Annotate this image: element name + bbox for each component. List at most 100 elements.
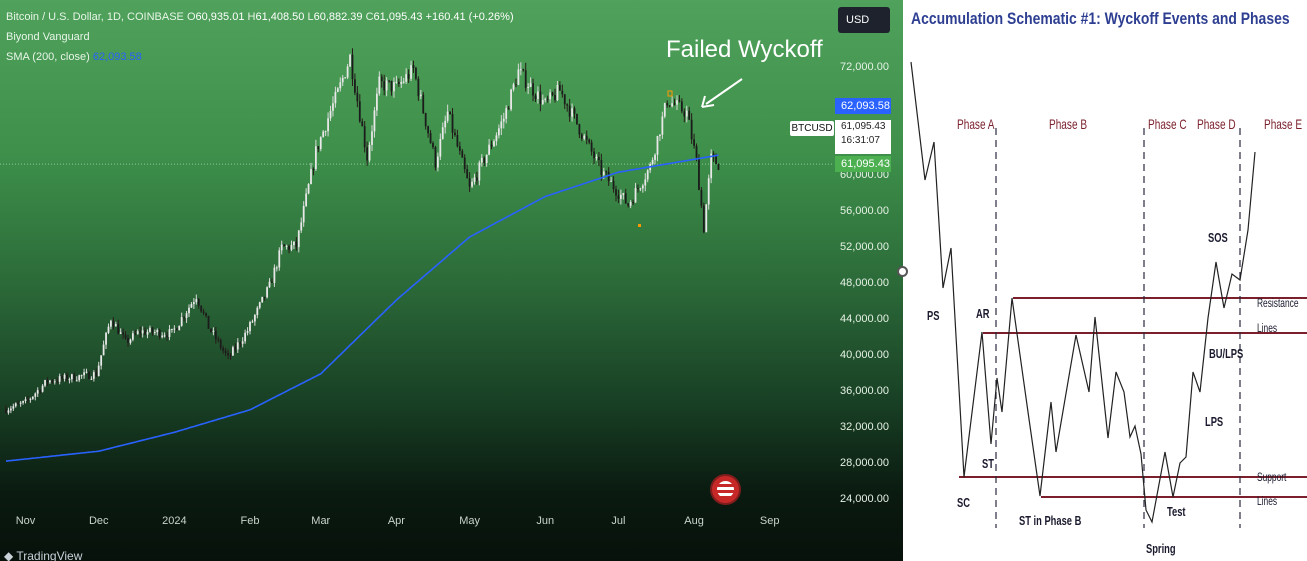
- candle-body: [239, 342, 242, 344]
- candle: [341, 74, 344, 87]
- bar-countdown: 16:31:07: [841, 135, 880, 146]
- candle: [144, 327, 146, 336]
- candle-body: [49, 380, 51, 383]
- candle: [451, 107, 454, 139]
- annotation-arrow-shaft: [705, 78, 743, 105]
- candle: [573, 106, 576, 119]
- candle: [95, 368, 98, 377]
- candle-body: [693, 139, 695, 146]
- candle: [41, 384, 44, 393]
- candle: [153, 329, 156, 336]
- candle-body: [380, 76, 383, 82]
- candle: [19, 401, 22, 407]
- sma-indicator-name[interactable]: SMA (200, close): [6, 51, 90, 63]
- currency-button[interactable]: USD: [838, 7, 890, 33]
- candle-body: [354, 79, 356, 93]
- high-value: 61,408.50: [255, 11, 305, 23]
- candle: [619, 189, 622, 205]
- tradingview-chart-panel[interactable]: 72,000.0068,000.0064,000.0060,000.0056,0…: [0, 0, 903, 561]
- candle: [173, 325, 176, 334]
- panel-splitter-handle[interactable]: [897, 266, 908, 277]
- candle-body: [707, 178, 710, 205]
- price-chart[interactable]: 72,000.0068,000.0064,000.0060,000.0056,0…: [0, 0, 903, 561]
- candle-body: [78, 375, 81, 381]
- candle-body: [217, 339, 220, 341]
- candle: [271, 278, 273, 284]
- candle-body: [166, 335, 168, 338]
- candle: [190, 302, 193, 308]
- candle-body: [90, 378, 93, 380]
- candle-body: [478, 162, 481, 181]
- candle: [373, 106, 376, 138]
- candle-body: [695, 145, 698, 158]
- candle: [644, 173, 647, 192]
- candle-body: [253, 315, 256, 322]
- candle-body: [427, 126, 430, 134]
- candle-body: [683, 111, 686, 117]
- candle: [322, 129, 325, 138]
- candle: [637, 184, 639, 193]
- candle: [61, 374, 64, 382]
- candle-body: [505, 108, 508, 119]
- event-label: PS: [927, 310, 940, 324]
- candle-body: [307, 184, 310, 194]
- candle-body: [371, 131, 373, 145]
- candle: [666, 100, 669, 108]
- candle: [329, 105, 332, 122]
- candle: [434, 145, 437, 171]
- candle: [385, 77, 388, 97]
- candle: [680, 98, 683, 114]
- candle: [195, 294, 198, 305]
- candle-body: [493, 141, 495, 147]
- indicator-legend-vanguard[interactable]: Biyond Vanguard: [6, 31, 90, 43]
- candle: [541, 94, 544, 106]
- candle-body: [539, 91, 542, 104]
- candle: [410, 60, 412, 82]
- candle-body: [483, 157, 486, 164]
- indicator-name[interactable]: Biyond Vanguard: [6, 31, 90, 43]
- candle: [654, 153, 656, 165]
- candle: [497, 124, 500, 139]
- candle: [114, 321, 117, 327]
- candle: [693, 133, 695, 149]
- candle: [280, 240, 283, 255]
- x-tick-label: Jul: [611, 515, 625, 527]
- pivot-marker: [638, 224, 641, 227]
- event-label: AR: [976, 308, 990, 322]
- candle: [397, 78, 400, 87]
- candle: [427, 125, 430, 138]
- candle-body: [666, 103, 669, 106]
- indicator-legend-sma[interactable]: SMA (200, close) 62,093.58: [6, 51, 142, 63]
- candle: [356, 86, 359, 108]
- candle-body: [349, 54, 351, 67]
- candle-body: [114, 324, 117, 327]
- tradingview-logo[interactable]: ◆ TradingView: [4, 549, 82, 561]
- candle-body: [363, 126, 366, 148]
- candle-body: [229, 355, 232, 357]
- candle: [27, 395, 29, 404]
- candle-body: [671, 103, 674, 107]
- candle-body: [192, 302, 195, 305]
- candle: [224, 347, 227, 357]
- trading-range-label: Lines: [1257, 323, 1277, 336]
- candle-body: [295, 241, 298, 248]
- candle: [102, 340, 105, 356]
- candle: [46, 377, 49, 386]
- candle-body: [314, 146, 317, 170]
- candle-body: [632, 202, 634, 204]
- candle: [324, 130, 327, 136]
- candle: [629, 200, 632, 209]
- candle-body: [122, 332, 125, 335]
- y-tick-label: 44,000.00: [840, 313, 889, 325]
- candle-body: [407, 74, 410, 79]
- candle-body: [73, 374, 76, 381]
- candle: [622, 192, 625, 200]
- wyckoff-schematic-panel: Phase A Phase B Phase C Phase D Phase E PS AR S…: [903, 0, 1307, 561]
- candle: [717, 163, 720, 171]
- candle-body: [112, 320, 115, 327]
- candle-body: [710, 153, 713, 179]
- us-flag-event-icon[interactable]: [712, 476, 739, 503]
- candle: [107, 323, 110, 335]
- candle: [685, 105, 688, 123]
- candle-body: [705, 204, 708, 233]
